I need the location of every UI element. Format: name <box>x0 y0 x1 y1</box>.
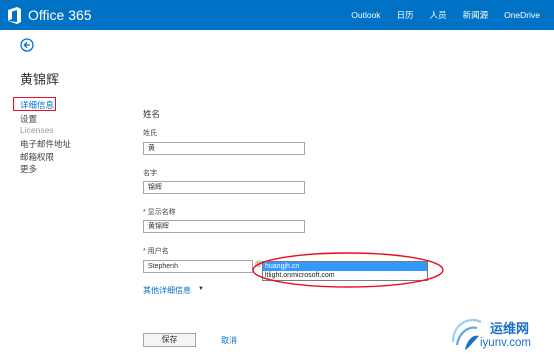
app-name: Office 365 <box>28 7 92 23</box>
domain-option[interactable]: huangjh.cn <box>263 262 427 271</box>
back-arrow-icon[interactable] <box>20 38 34 52</box>
sidebar-item-more[interactable]: 更多 <box>20 163 37 175</box>
more-details-link[interactable]: 其他详细信息 <box>143 285 191 296</box>
nav-calendar[interactable]: 日历 <box>397 9 414 21</box>
cancel-link[interactable]: 取消 <box>221 335 237 346</box>
nav-people[interactable]: 人员 <box>430 9 447 21</box>
watermark-url: iyunv.com <box>480 337 531 349</box>
top-nav: Outlook 日历 人员 新闻源 OneDrive <box>335 0 540 30</box>
display-name-label: * 显示名称 <box>143 209 176 216</box>
surname-label: 姓氏 <box>143 130 157 137</box>
given-name-label: 名字 <box>143 170 157 177</box>
surname-field[interactable]: 黄 <box>143 142 305 155</box>
nav-outlook[interactable]: Outlook <box>351 10 380 20</box>
nav-onedrive[interactable]: OneDrive <box>504 10 540 20</box>
top-bar: Office 365 Outlook 日历 人员 新闻源 OneDrive <box>0 0 554 30</box>
sidebar-item-details[interactable]: 详细信息 <box>20 99 54 111</box>
username-label: * 用户名 <box>143 248 169 255</box>
username-field[interactable]: Stephenh <box>143 260 253 273</box>
nav-newsfeed[interactable]: 新闻源 <box>463 9 489 21</box>
display-name-field[interactable]: 黄锦辉 <box>143 220 305 233</box>
office-logo-icon <box>8 6 21 24</box>
given-name-field[interactable]: 锦辉 <box>143 181 305 194</box>
office-365-brand[interactable]: Office 365 <box>6 6 92 24</box>
sidebar-item-settings[interactable]: 设置 <box>20 113 37 125</box>
section-title-name: 姓名 <box>143 109 161 119</box>
watermark-title: 运维网 <box>490 321 530 336</box>
caret-down-icon[interactable]: ▼ <box>198 286 204 292</box>
sidebar-item-licenses[interactable]: Licenses <box>20 125 54 135</box>
sidebar-item-email-addresses[interactable]: 电子邮件地址 <box>20 138 71 150</box>
domain-dropdown-list[interactable]: huangjh.cn ltlight.onmicrosoft.com <box>262 261 428 281</box>
sidebar-item-mailbox-permissions[interactable]: 邮箱权限 <box>20 151 54 163</box>
save-button[interactable]: 保存 <box>143 333 196 347</box>
page-title: 黄锦辉 <box>20 72 60 87</box>
domain-option[interactable]: ltlight.onmicrosoft.com <box>263 271 427 280</box>
